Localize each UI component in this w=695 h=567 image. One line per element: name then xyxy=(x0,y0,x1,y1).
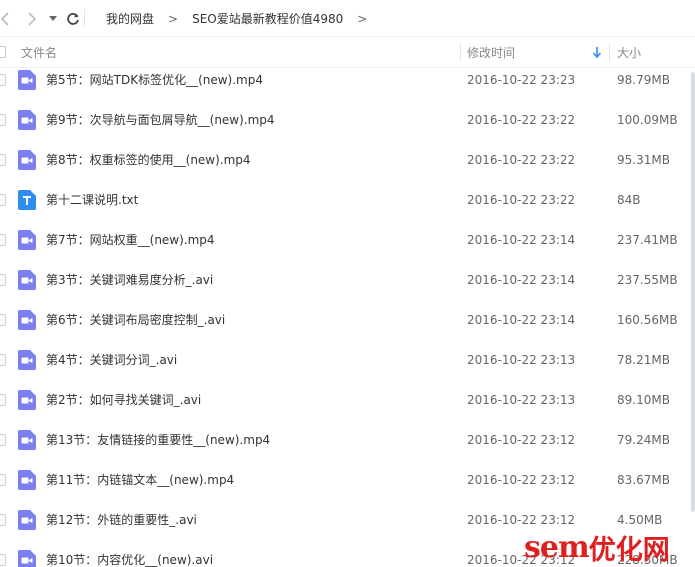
row-checkbox[interactable] xyxy=(0,474,6,486)
row-checkbox[interactable] xyxy=(0,394,6,406)
video-file-icon xyxy=(18,390,36,410)
refresh-button[interactable] xyxy=(64,9,82,29)
file-name[interactable]: 第2节：如何寻找关键词_.avi xyxy=(46,380,201,420)
video-file-icon xyxy=(18,270,36,290)
watermark-brand: sem xyxy=(524,529,590,565)
row-checkbox[interactable] xyxy=(0,354,6,366)
file-name[interactable]: 第11节：内链锚文本__(new).mp4 xyxy=(46,460,234,500)
file-row[interactable]: 第6节：关键词布局密度控制_.avi 2016-10-22 23:14 160.56… xyxy=(0,300,695,340)
file-row[interactable]: 第11节：内链锚文本__(new).mp4 2016-10-22 23:12 83.… xyxy=(0,460,695,500)
file-row[interactable]: 第3节：关键词难易度分析_.avi 2016-10-22 23:14 237.55M… xyxy=(0,260,695,300)
breadcrumb: 我的网盘 > SEO爱站最新教程价值4980 > xyxy=(106,0,381,37)
video-file-icon xyxy=(18,310,36,330)
file-modified-date: 2016-10-22 23:13 xyxy=(467,353,576,367)
video-file-icon xyxy=(18,510,36,530)
watermark-logo: sem 优化网 xyxy=(524,527,695,567)
row-checkbox[interactable] xyxy=(0,114,6,126)
file-row[interactable]: 第13节：友情链接的重要性__(new).mp4 2016-10-22 23:12… xyxy=(0,420,695,460)
forward-button[interactable] xyxy=(23,9,41,29)
row-checkbox[interactable] xyxy=(0,514,6,526)
file-name[interactable]: 第13节：友情链接的重要性__(new).mp4 xyxy=(46,420,270,460)
file-row[interactable]: 第4节：关键词分词_.avi 2016-10-22 23:13 78.21MB xyxy=(0,340,695,380)
file-size: 98.79MB xyxy=(617,73,670,87)
back-button[interactable] xyxy=(0,9,14,29)
column-header-size-label: 大小 xyxy=(617,46,642,60)
file-row[interactable]: 第5节：网站TDK标签优化__(new).mp4 2016-10-22 23:23… xyxy=(0,60,695,100)
video-file-icon xyxy=(18,230,36,250)
file-modified-date: 2016-10-22 23:12 xyxy=(467,473,576,487)
file-modified-date: 2016-10-22 23:22 xyxy=(467,113,576,127)
row-checkbox[interactable] xyxy=(0,314,6,326)
file-row[interactable]: 第2节：如何寻找关键词_.avi 2016-10-22 23:13 89.10MB xyxy=(0,380,695,420)
breadcrumb-separator: > xyxy=(168,11,179,26)
top-nav-bar: 我的网盘 > SEO爱站最新教程价值4980 > xyxy=(0,0,695,37)
file-name[interactable]: 第9节：次导航与面包屑导航__(new).mp4 xyxy=(46,100,275,140)
file-modified-date: 2016-10-22 23:14 xyxy=(467,233,576,247)
row-checkbox[interactable] xyxy=(0,434,6,446)
file-size: 237.41MB xyxy=(617,233,678,247)
file-size: 100.09MB xyxy=(617,113,678,127)
text-file-icon xyxy=(18,190,36,210)
history-dropdown-button[interactable] xyxy=(44,9,62,29)
toolbar-divider xyxy=(84,9,85,27)
file-modified-date: 2016-10-22 23:12 xyxy=(467,433,576,447)
file-modified-date: 2016-10-22 23:14 xyxy=(467,273,576,287)
video-file-icon xyxy=(18,350,36,370)
file-name[interactable]: 第4节：关键词分词_.avi xyxy=(46,340,177,380)
file-size: 95.31MB xyxy=(617,153,670,167)
row-checkbox[interactable] xyxy=(0,274,6,286)
row-checkbox[interactable] xyxy=(0,74,6,86)
watermark-suffix: 优化网 xyxy=(588,534,670,566)
file-name[interactable]: 第7节：网站权重__(new).mp4 xyxy=(46,220,215,260)
file-row[interactable]: 第8节：权重标签的使用__(new).mp4 2016-10-22 23:22 95… xyxy=(0,140,695,180)
video-file-icon xyxy=(18,150,36,170)
file-name[interactable]: 第3节：关键词难易度分析_.avi xyxy=(46,260,213,300)
chevron-left-icon xyxy=(0,12,9,26)
video-file-icon xyxy=(18,430,36,450)
row-checkbox[interactable] xyxy=(0,194,6,206)
video-file-icon xyxy=(18,470,36,490)
file-name[interactable]: 第10节：内容优化__(new).avi xyxy=(46,540,213,567)
breadcrumb-root[interactable]: 我的网盘 xyxy=(106,10,154,27)
breadcrumb-current[interactable]: SEO爱站最新教程价值4980 xyxy=(192,10,343,27)
file-size: 79.24MB xyxy=(617,433,670,447)
file-size: 160.56MB xyxy=(617,313,678,327)
scrollbar-thumb[interactable] xyxy=(691,72,695,512)
select-all-checkbox[interactable] xyxy=(0,46,6,58)
file-size: 78.21MB xyxy=(617,353,670,367)
file-name[interactable]: 第6节：关键词布局密度控制_.avi xyxy=(46,300,225,340)
file-modified-date: 2016-10-22 23:14 xyxy=(467,313,576,327)
file-row[interactable]: 第7节：网站权重__(new).mp4 2016-10-22 23:14 237.4… xyxy=(0,220,695,260)
file-row[interactable]: 第9节：次导航与面包屑导航__(new).mp4 2016-10-22 23:22… xyxy=(0,100,695,140)
file-size: 237.55MB xyxy=(617,273,678,287)
row-checkbox[interactable] xyxy=(0,234,6,246)
file-size: 89.10MB xyxy=(617,393,670,407)
sort-descending-icon xyxy=(593,47,601,58)
breadcrumb-separator: > xyxy=(357,11,368,26)
video-file-icon xyxy=(18,70,36,90)
video-file-icon xyxy=(18,110,36,130)
caret-down-icon xyxy=(49,16,57,21)
chevron-right-icon xyxy=(28,12,37,26)
refresh-icon xyxy=(67,13,79,25)
file-size: 84B xyxy=(617,193,641,207)
file-row[interactable]: 第十二课说明.txt 2016-10-22 23:22 84B xyxy=(0,180,695,220)
file-modified-date: 2016-10-22 23:22 xyxy=(467,153,576,167)
file-modified-date: 2016-10-22 23:13 xyxy=(467,393,576,407)
file-size: 83.67MB xyxy=(617,473,670,487)
column-header-modified-label: 修改时间 xyxy=(467,46,516,60)
video-file-icon xyxy=(18,550,36,567)
column-header-name-label: 文件名 xyxy=(21,46,58,60)
file-name[interactable]: 第12节：外链的重要性_.avi xyxy=(46,500,197,540)
file-name[interactable]: 第5节：网站TDK标签优化__(new).mp4 xyxy=(46,60,263,100)
file-name[interactable]: 第十二课说明.txt xyxy=(46,180,138,220)
row-checkbox[interactable] xyxy=(0,154,6,166)
file-modified-date: 2016-10-22 23:23 xyxy=(467,73,576,87)
file-name[interactable]: 第8节：权重标签的使用__(new).mp4 xyxy=(46,140,251,180)
row-checkbox[interactable] xyxy=(0,554,6,566)
file-modified-date: 2016-10-22 23:22 xyxy=(467,193,576,207)
